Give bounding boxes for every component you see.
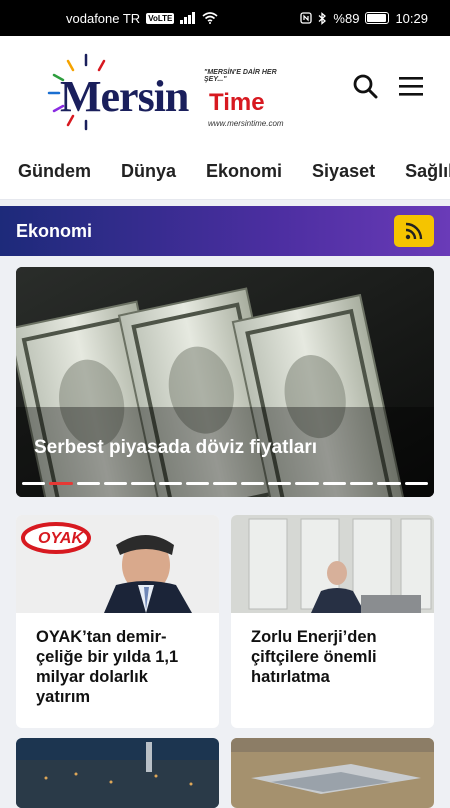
- news-card[interactable]: Zorlu Enerji’den çiftçilere önemli hatır…: [231, 515, 434, 728]
- site-logo[interactable]: Mersin Time "MERSİN'E DAİR HER ŞEY..." w…: [46, 51, 296, 131]
- section-title: Ekonomi: [16, 220, 93, 241]
- battery-icon: [365, 12, 390, 24]
- search-button[interactable]: [350, 71, 380, 101]
- rss-icon: [405, 222, 423, 240]
- hamburger-icon: [399, 77, 423, 96]
- logo-wordmark: Mersin: [60, 72, 189, 121]
- featured-slider[interactable]: Serbest piyasada döviz fiyatları: [16, 267, 434, 497]
- news-card[interactable]: OYAK OYAK’tan demir-çeliğe bir yılda 1,1…: [16, 515, 219, 728]
- nav-item-saglik[interactable]: Sağlık: [405, 161, 450, 182]
- bluetooth-icon: [318, 11, 327, 25]
- logo-url: www.mersintime.com: [208, 119, 284, 128]
- wifi-icon: [202, 12, 218, 24]
- search-icon: [353, 74, 378, 99]
- news-card-title: Zorlu Enerji’den çiftçilere önemli hatır…: [251, 628, 377, 686]
- nav-item-ekonomi[interactable]: Ekonomi: [206, 161, 282, 182]
- office-photo: [231, 515, 434, 613]
- hero-image: [16, 267, 434, 497]
- news-card-image: [231, 738, 434, 808]
- menu-button[interactable]: [396, 71, 426, 101]
- hero-caption: Serbest piyasada döviz fiyatları: [34, 437, 318, 458]
- volte-badge: VoLTE: [146, 12, 175, 24]
- slider-dots: [22, 482, 428, 485]
- clock: 10:29: [395, 10, 428, 26]
- news-card-image: [16, 738, 219, 808]
- nav-item-siyaset[interactable]: Siyaset: [312, 161, 375, 182]
- news-card-image: OYAK: [16, 515, 219, 613]
- nav-item-gundem[interactable]: Gündem: [18, 161, 91, 182]
- category-nav: Gündem Dünya Ekonomi Siyaset Sağlık: [0, 144, 450, 200]
- news-card[interactable]: [231, 738, 434, 808]
- app-header: Mersin Time "MERSİN'E DAİR HER ŞEY..." w…: [0, 36, 450, 136]
- news-card-image: [231, 515, 434, 613]
- logo-tagline: "MERSİN'E DAİR HER ŞEY...": [204, 69, 277, 83]
- oyak-logo-text: OYAK: [38, 530, 84, 547]
- rss-button[interactable]: [394, 215, 434, 247]
- news-card[interactable]: [16, 738, 219, 808]
- carrier-label: vodafone TR: [66, 10, 141, 26]
- logo-wordmark-time: Time: [209, 89, 265, 116]
- industry-photo: [16, 738, 219, 808]
- section-header: Ekonomi: [0, 206, 450, 256]
- nfc-icon: [300, 12, 313, 24]
- construction-photo: [231, 738, 434, 808]
- status-bar: vodafone TR VoLTE %89 10:29: [0, 0, 450, 36]
- news-card-title: OYAK’tan demir-çeliğe bir yılda 1,1 mily…: [36, 628, 179, 706]
- signal-icon: [180, 12, 196, 24]
- battery-percent: %89: [333, 10, 360, 26]
- nav-item-dunya[interactable]: Dünya: [121, 161, 176, 182]
